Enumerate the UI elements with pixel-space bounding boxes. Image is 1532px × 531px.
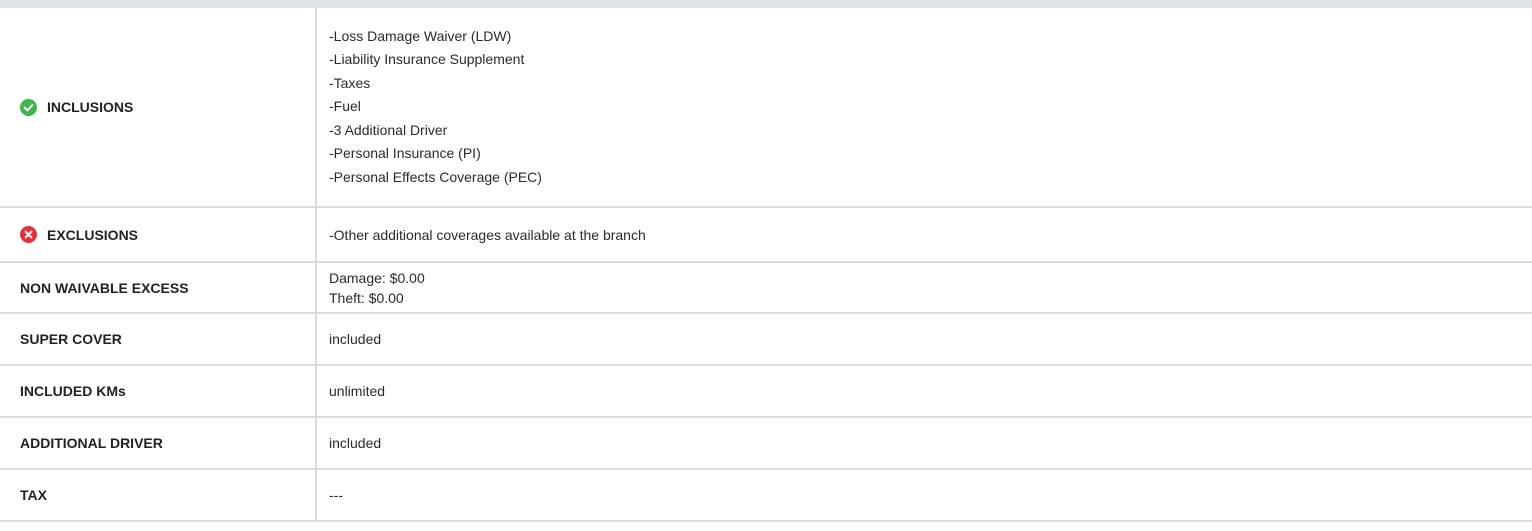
damage-excess-value: Damage: $0.00	[329, 269, 425, 286]
non-waivable-excess-label: NON WAIVABLE EXCESS	[20, 279, 189, 296]
additional-driver-label: ADDITIONAL DRIVER	[20, 435, 163, 451]
label-cell-included-kms: INCLUDED KMs	[0, 365, 317, 418]
table-row-inclusions: INCLUSIONS -Loss Damage Waiver (LDW) -Li…	[0, 8, 1532, 208]
table-row-tax: TAX ---	[0, 469, 1532, 522]
table-row-included-kms: INCLUDED KMs unlimited	[0, 365, 1532, 418]
list-item: -Taxes	[329, 74, 371, 91]
super-cover-value: included	[329, 331, 382, 347]
tax-value: ---	[329, 487, 343, 503]
included-kms-label: INCLUDED KMs	[20, 383, 126, 399]
included-kms-value: unlimited	[329, 383, 386, 399]
table-row-additional-driver: ADDITIONAL DRIVER included	[0, 417, 1532, 470]
check-circle-icon	[20, 98, 37, 116]
inclusions-label: INCLUSIONS	[47, 99, 134, 115]
label-cell-super-cover: SUPER COVER	[0, 313, 317, 366]
x-circle-icon	[20, 226, 37, 243]
value-cell-inclusions: -Loss Damage Waiver (LDW) -Liability Ins…	[316, 8, 1532, 208]
list-item: -3 Additional Driver	[329, 121, 448, 138]
additional-driver-value: included	[329, 435, 382, 451]
value-cell-exclusions: -Other additional coverages available at…	[316, 207, 1532, 263]
list-item: -Loss Damage Waiver (LDW)	[329, 27, 512, 44]
top-divider-bar	[0, 0, 1532, 8]
tax-label: TAX	[20, 487, 47, 503]
inclusions-list: -Loss Damage Waiver (LDW) -Liability Ins…	[329, 25, 1532, 190]
value-cell-additional-driver: included	[316, 417, 1532, 470]
coverage-table: INCLUSIONS -Loss Damage Waiver (LDW) -Li…	[0, 8, 1532, 522]
label-cell-non-waivable-excess: NON WAIVABLE EXCESS	[0, 262, 317, 314]
theft-excess-value: Theft: $0.00	[329, 289, 404, 306]
value-cell-included-kms: unlimited	[316, 365, 1532, 418]
exclusions-label: EXCLUSIONS	[47, 226, 139, 243]
value-cell-non-waivable-excess: Damage: $0.00 Theft: $0.00	[316, 262, 1532, 314]
label-cell-additional-driver: ADDITIONAL DRIVER	[0, 417, 317, 470]
exclusions-item: -Other additional coverages available at…	[329, 226, 646, 243]
list-item: -Liability Insurance Supplement	[329, 51, 525, 68]
label-cell-exclusions: EXCLUSIONS	[0, 207, 317, 263]
list-item: -Personal Insurance (PI)	[329, 145, 481, 162]
table-row-super-cover: SUPER COVER included	[0, 313, 1532, 366]
table-row-exclusions: EXCLUSIONS -Other additional coverages a…	[0, 207, 1532, 263]
label-cell-tax: TAX	[0, 469, 317, 522]
list-item: -Fuel	[329, 98, 361, 115]
value-cell-super-cover: included	[316, 313, 1532, 366]
table-row-non-waivable-excess: NON WAIVABLE EXCESS Damage: $0.00 Theft:…	[0, 262, 1532, 314]
value-cell-tax: ---	[316, 469, 1532, 522]
list-item: -Personal Effects Coverage (PEC)	[329, 168, 542, 185]
super-cover-label: SUPER COVER	[20, 331, 122, 347]
rental-coverage-page: INCLUSIONS -Loss Damage Waiver (LDW) -Li…	[0, 0, 1532, 531]
label-cell-inclusions: INCLUSIONS	[0, 8, 317, 208]
